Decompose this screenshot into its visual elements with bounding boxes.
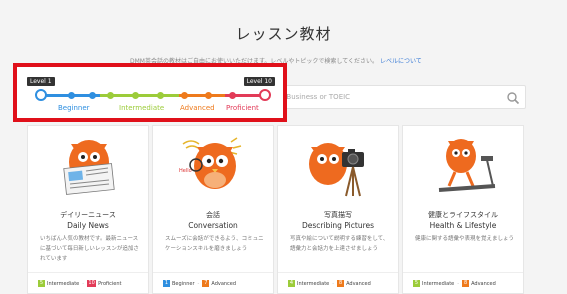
level-label-beginner: Beginner [58, 104, 90, 112]
level-name: Advanced [211, 281, 237, 287]
card-title-jp: デイリーニュース [60, 211, 116, 219]
level-name: Intermediate [47, 281, 80, 287]
material-card[interactable]: 写真描写 Describing Pictures 写真や絵について説明する練習を… [277, 125, 399, 294]
level-label-advanced: Advanced [180, 104, 215, 112]
level-range: 5 Intermediate -8 Advanced [413, 280, 496, 287]
material-card[interactable]: Hello 会話 Conversation スムーズに会話ができるよう、コミュニ… [152, 125, 274, 294]
level-badge: 1 [163, 280, 170, 287]
card-description: いちばん人気の教材です。最新ニュースに基づいて毎日新しいレッスンが追加されていま… [40, 236, 139, 262]
camera-owl-icon [309, 143, 364, 197]
level-slider: Level 1 Level 10 Beginner Intermediate A… [13, 63, 287, 122]
chat-owl-icon: Hello [179, 137, 242, 189]
page-title: レッスン教材 [235, 25, 332, 43]
card-title-en: Describing Pictures [301, 221, 375, 230]
level-range: 1 Beginner -7 Advanced [163, 280, 237, 287]
level-dot[interactable] [229, 92, 236, 99]
level-badge: 8 [462, 280, 470, 287]
card-footer: 4 Intermediate -8 Advanced [278, 272, 398, 294]
card-title-jp: 健康とライフスタイル [428, 211, 498, 219]
level-name: Intermediate [422, 281, 455, 287]
level-badge: 8 [337, 280, 345, 287]
treadmill-owl-icon [438, 139, 496, 192]
level-dot[interactable] [68, 92, 75, 99]
level-badge: 7 [202, 280, 210, 287]
newspaper-owl-icon [63, 140, 115, 195]
level-badge: 5 [38, 280, 45, 287]
svg-text:Hello: Hello [179, 168, 192, 174]
level-dot[interactable] [157, 92, 164, 99]
level-dot[interactable] [132, 92, 139, 99]
level-badge: 4 [288, 280, 295, 287]
card-description: 健康に関する語彙や表現を覚えましょう [415, 236, 515, 242]
level-name: Advanced [471, 281, 496, 287]
card-footer: 5 Intermediate -10 Proficient [28, 272, 148, 294]
card-title-en: Conversation [188, 221, 238, 230]
material-card[interactable]: 健康とライフスタイル Health & Lifestyle 健康に関する語彙や表… [402, 125, 524, 294]
material-card[interactable]: デイリーニュース Daily News いちばん人気の教材です。最新ニュースに基… [27, 125, 149, 294]
level-dot[interactable] [205, 92, 212, 99]
level-name: Proficient [98, 281, 122, 287]
level-label-intermediate: Intermediate [119, 104, 165, 112]
level-info-link[interactable]: レベルについて [380, 58, 422, 65]
card-title-jp: 写真描写 [324, 211, 352, 219]
card-footer: 5 Intermediate -8 Advanced [403, 272, 523, 294]
card-footer: 1 Beginner -7 Advanced [153, 272, 273, 294]
level-dot[interactable] [89, 92, 96, 99]
level-min-tag: Level 1 [27, 77, 55, 86]
slider-handle-max[interactable] [259, 89, 271, 101]
level-dot[interactable] [181, 92, 188, 99]
level-dot[interactable] [107, 92, 114, 99]
card-title-en: Health & Lifestyle [429, 221, 497, 230]
level-name: Beginner [172, 281, 195, 287]
card-description: スムーズに会話ができるよう、コミュニケーションスキルを磨きましょう [165, 236, 264, 252]
search-icon[interactable] [506, 91, 520, 105]
level-name: Intermediate [297, 281, 330, 287]
level-max-tag: Level 10 [243, 77, 275, 86]
card-title-en: Daily News [67, 221, 109, 230]
card-description: 写真や絵について説明する練習をして、語彙力と会話力を上達させましょう [290, 236, 389, 252]
level-label-proficient: Proficient [226, 104, 259, 112]
level-badge: 5 [413, 280, 420, 287]
card-title-jp: 会話 [206, 211, 220, 219]
search-bar[interactable]: e.g. Business or TOEIC [262, 85, 526, 109]
slider-handle-min[interactable] [35, 89, 47, 101]
level-name: Advanced [346, 281, 371, 287]
level-range: 5 Intermediate -10 Proficient [38, 280, 122, 287]
level-badge: 10 [87, 280, 97, 287]
level-range: 4 Intermediate -8 Advanced [288, 280, 371, 287]
